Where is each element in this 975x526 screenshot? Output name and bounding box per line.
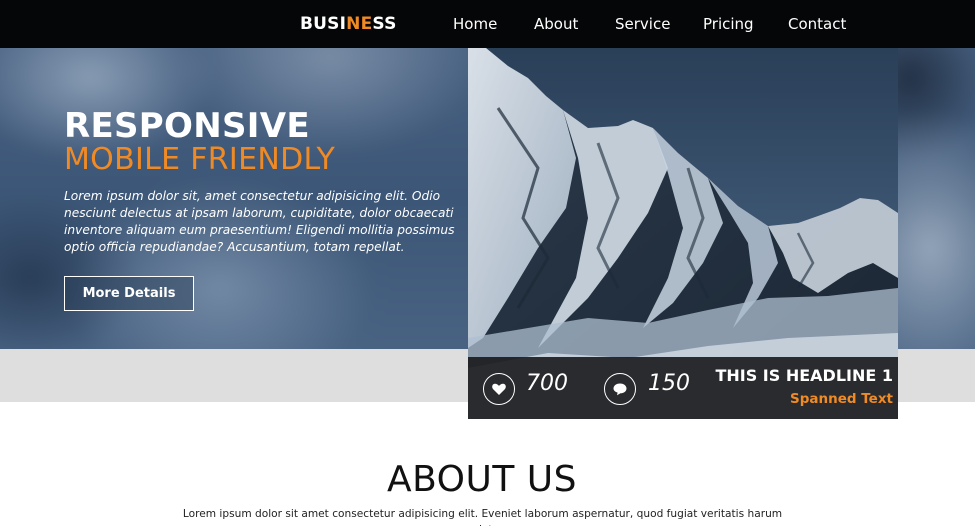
card-headline: THIS IS HEADLINE 1 [715,366,893,385]
about-title: ABOUT US [386,459,577,500]
brand-text-prefix: BUSI [300,14,347,34]
top-navbar: BUSINESS Home About Service Pricing Cont… [0,0,975,48]
card-spanned-text: Spanned Text [790,391,893,407]
like-button[interactable] [483,373,515,405]
nav-item-pricing[interactable]: Pricing [703,15,754,33]
comment-button[interactable] [604,373,636,405]
feature-card: 700 150 THIS IS HEADLINE 1 Spanned Text [468,48,898,419]
hero-subtitle: MOBILE FRIENDLY [64,142,336,177]
about-description: Lorem ipsum dolor sit amet consectetur a… [182,508,783,526]
like-count: 700 [526,371,568,396]
nav-item-service[interactable]: Service [615,15,670,33]
brand-logo[interactable]: BUSINESS [300,14,397,34]
nav-item-about[interactable]: About [534,15,578,33]
comment-icon [613,383,627,396]
nav-item-contact[interactable]: Contact [788,15,846,33]
hero-description: Lorem ipsum dolor sit, amet consectetur … [64,189,455,254]
brand-text-accent: NE [346,14,373,34]
more-details-button[interactable]: More Details [64,276,194,311]
nav-item-home[interactable]: Home [453,15,497,33]
card-info-bar: 700 150 THIS IS HEADLINE 1 Spanned Text [468,357,898,419]
heart-icon [492,383,506,395]
brand-text-suffix: SS [372,14,397,34]
comment-count: 150 [648,371,690,396]
